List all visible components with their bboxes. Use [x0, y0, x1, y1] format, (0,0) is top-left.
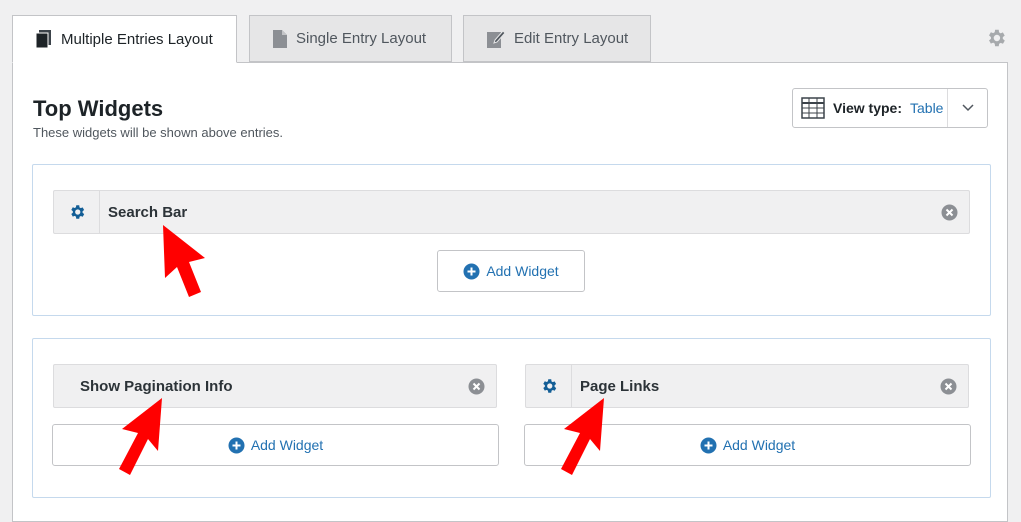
- document-icon: [273, 29, 287, 48]
- widget-settings-button[interactable]: [54, 191, 100, 233]
- close-circle-icon: [940, 378, 956, 394]
- annotation-arrow-icon: [163, 225, 205, 297]
- tab-edit-entry-layout[interactable]: Edit Entry Layout: [463, 15, 651, 62]
- tab-single-entry-layout[interactable]: Single Entry Layout: [249, 15, 452, 62]
- chevron-down-icon: [961, 104, 974, 112]
- book-icon: [35, 30, 51, 49]
- close-circle-icon: [468, 378, 484, 394]
- settings-gear-icon[interactable]: [985, 27, 1007, 49]
- gear-icon: [70, 205, 84, 219]
- remove-widget-button[interactable]: [928, 378, 968, 395]
- table-icon: [801, 97, 825, 119]
- view-type-dropdown-button[interactable]: [948, 103, 987, 113]
- add-widget-label: Add Widget: [722, 437, 796, 453]
- add-widget-label: Add Widget: [486, 263, 559, 279]
- widget-label: Page Links: [580, 377, 660, 395]
- remove-widget-button[interactable]: [456, 378, 496, 395]
- tab-label: Multiple Entries Layout: [61, 30, 213, 48]
- plus-circle-icon: [463, 263, 480, 279]
- tab-label: Single Entry Layout: [296, 30, 427, 47]
- section-subtitle: These widgets will be shown above entrie…: [33, 125, 284, 140]
- widget-label: Show Pagination Info: [80, 377, 233, 395]
- plus-circle-icon: [700, 437, 717, 453]
- add-widget-label: Add Widget: [250, 437, 324, 453]
- annotation-arrow-icon: [119, 398, 162, 475]
- view-type-selector[interactable]: View type: Table: [792, 88, 988, 128]
- remove-widget-button[interactable]: [929, 204, 969, 221]
- section-title: Top Widgets: [33, 96, 164, 121]
- gear-icon: [542, 379, 556, 393]
- tab-multiple-entries-layout[interactable]: Multiple Entries Layout: [12, 15, 237, 63]
- view-type-value: Table: [910, 100, 944, 116]
- tab-label: Edit Entry Layout: [514, 30, 629, 47]
- annotation-arrow-icon: [561, 398, 604, 475]
- widget-label: Search Bar: [108, 203, 188, 221]
- edit-icon: [487, 29, 506, 48]
- plus-circle-icon: [228, 437, 245, 453]
- view-type-label: View type:: [833, 100, 902, 116]
- close-circle-icon: [941, 204, 957, 220]
- add-widget-button[interactable]: Add Widget: [437, 250, 585, 292]
